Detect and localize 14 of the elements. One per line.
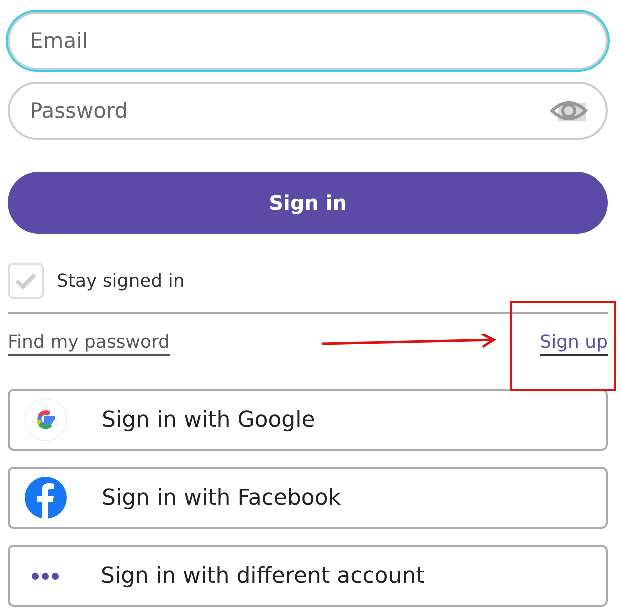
find-password-link[interactable]: Find my password [8, 332, 170, 356]
facebook-icon [24, 476, 68, 520]
password-field[interactable]: Password [8, 82, 608, 140]
sign-in-button[interactable]: Sign in [8, 172, 608, 234]
google-icon [24, 398, 68, 442]
more-sign-in-button[interactable]: Sign in with different account [8, 545, 608, 607]
check-icon [15, 272, 37, 290]
stay-signed-in-label: Stay signed in [57, 270, 185, 292]
facebook-sign-in-button[interactable]: Sign in with Facebook [8, 467, 608, 529]
sign-up-link[interactable]: Sign up [540, 332, 608, 356]
email-field[interactable]: Email [8, 12, 608, 70]
google-sign-in-button[interactable]: Sign in with Google [8, 389, 608, 451]
more-icon [32, 572, 59, 580]
stay-signed-in-checkbox[interactable] [8, 263, 44, 299]
